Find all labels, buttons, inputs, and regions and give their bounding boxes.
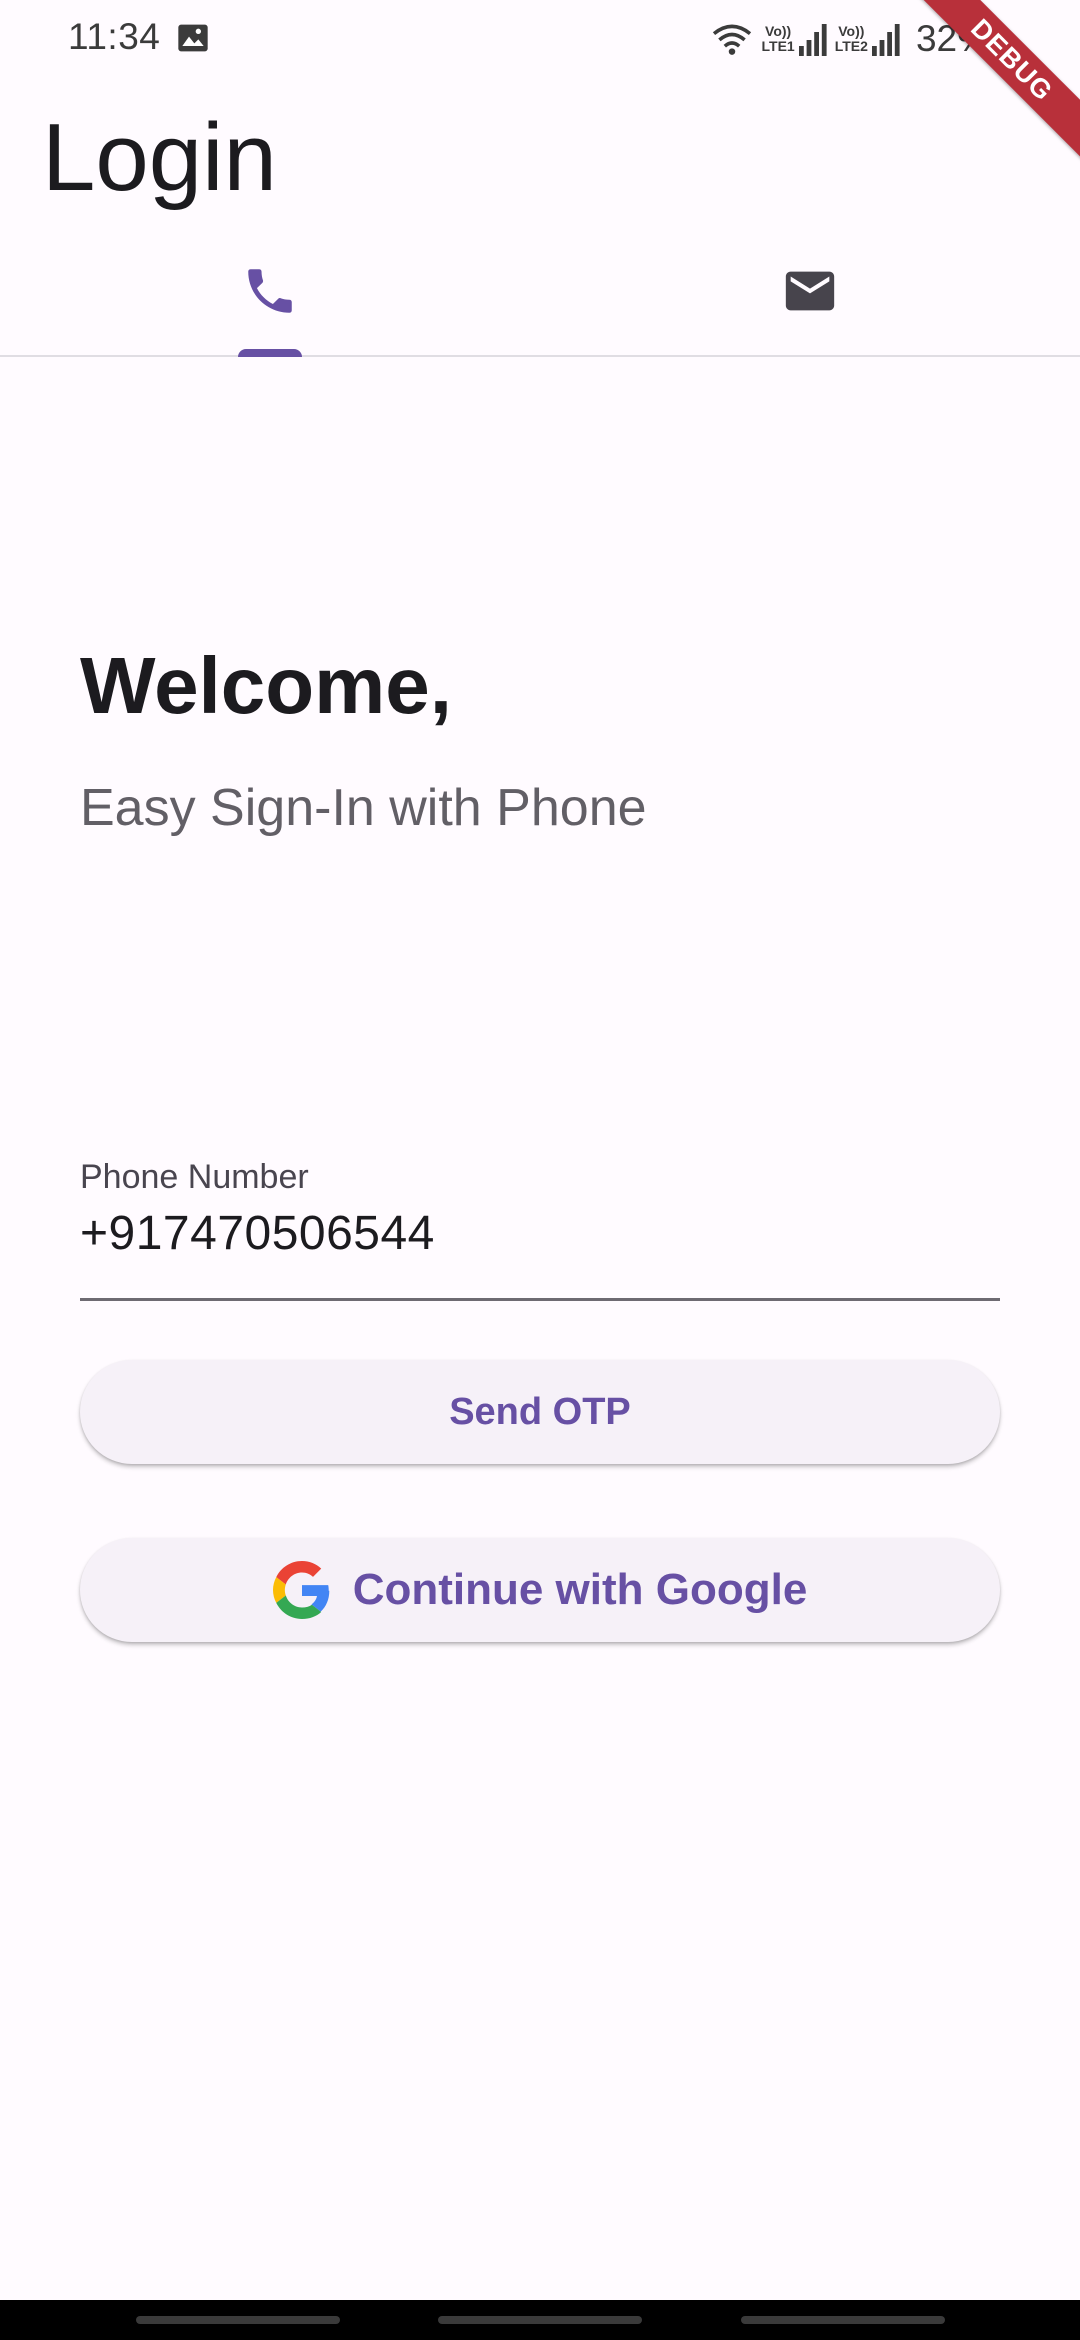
tab-email[interactable] xyxy=(540,240,1080,355)
send-otp-label: Send OTP xyxy=(449,1390,631,1433)
gallery-icon xyxy=(178,24,208,52)
tab-indicator xyxy=(238,349,302,357)
tab-phone[interactable] xyxy=(0,240,540,357)
phone-number-label: Phone Number xyxy=(80,1158,309,1196)
nav-handle[interactable] xyxy=(438,2316,642,2324)
status-bar: 11:34 Vo)) LTE1 Vo)) LTE2 32% xyxy=(0,0,1080,80)
phone-icon xyxy=(248,268,292,313)
wifi-icon xyxy=(712,24,751,55)
welcome-subheading: Easy Sign-In with Phone xyxy=(80,779,647,837)
volte-badge: Vo)) LTE1 xyxy=(761,23,795,54)
status-time: 11:34 xyxy=(68,16,161,57)
google-icon xyxy=(272,1561,329,1619)
sim1-signal: Vo)) LTE1 xyxy=(762,22,827,56)
mail-icon xyxy=(785,271,835,310)
page-title: Login xyxy=(42,104,277,211)
welcome-heading: Welcome, xyxy=(80,641,452,730)
volte-badge: Vo)) LTE2 xyxy=(834,23,868,54)
send-otp-button[interactable]: Send OTP xyxy=(80,1360,1000,1464)
sim2-signal: Vo)) LTE2 xyxy=(835,22,900,56)
nav-handle[interactable] xyxy=(741,2316,945,2324)
continue-with-google-label: Continue with Google xyxy=(352,1565,808,1614)
continue-with-google-button[interactable]: Continue with Google xyxy=(80,1538,1000,1642)
nav-handle[interactable] xyxy=(136,2316,340,2324)
phone-number-input[interactable] xyxy=(80,1206,1000,1261)
signal-icon xyxy=(871,24,900,56)
phone-number-field[interactable]: Phone Number xyxy=(80,1150,1000,1301)
signal-icon xyxy=(798,24,827,56)
tab-bar xyxy=(0,240,1080,357)
system-navigation-bar xyxy=(0,2300,1080,2340)
